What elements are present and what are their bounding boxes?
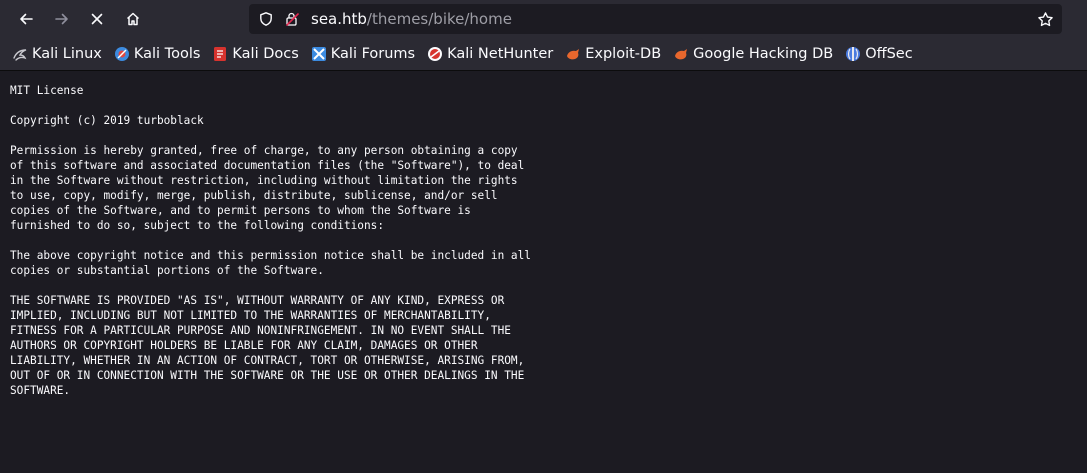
bookmark-kali-forums[interactable]: Kali Forums (305, 42, 421, 66)
shield-icon[interactable] (258, 11, 274, 27)
bookmark-exploit-db[interactable]: Exploit-DB (559, 42, 667, 66)
navigation-toolbar: sea.htb/themes/bike/home (0, 0, 1087, 38)
forward-button[interactable] (49, 6, 75, 32)
exploit-db-icon (565, 46, 581, 62)
stop-button[interactable] (84, 6, 110, 32)
kali-tools-icon (114, 46, 130, 62)
offsec-icon (845, 46, 861, 62)
arrow-left-icon (20, 13, 33, 25)
kali-docs-icon (212, 46, 228, 62)
home-icon (126, 12, 140, 26)
bookmark-label: Google Hacking DB (693, 46, 834, 62)
url-bar[interactable]: sea.htb/themes/bike/home (249, 4, 1062, 34)
bookmark-label: Kali Tools (133, 46, 201, 62)
bookmark-kali-tools[interactable]: Kali Tools (108, 42, 207, 66)
close-icon (91, 13, 103, 25)
bookmark-offsec[interactable]: OffSec (839, 42, 919, 66)
kali-forums-icon (311, 46, 327, 62)
bookmark-google-hacking-db[interactable]: Google Hacking DB (667, 42, 839, 66)
bookmark-kali-nethunter[interactable]: Kali NetHunter (421, 42, 559, 66)
bookmark-label: Kali Docs (232, 46, 299, 62)
lock-warning-icon[interactable] (284, 11, 300, 27)
url-path: /themes/bike/home (366, 10, 512, 28)
bookmark-label: Kali Linux (32, 46, 102, 62)
bookmark-kali-docs[interactable]: Kali Docs (206, 42, 304, 66)
ghdb-icon (673, 46, 689, 62)
bookmarks-toolbar: Kali Linux Kali Tools Kali Docs Kali For… (0, 38, 1087, 71)
bookmark-label: OffSec (865, 46, 913, 62)
license-text: MIT License Copyright (c) 2019 turboblac… (10, 84, 531, 397)
star-icon[interactable] (1037, 11, 1054, 28)
bookmark-label: Exploit-DB (585, 46, 662, 62)
kali-dragon-icon (12, 46, 28, 62)
bookmark-kali-linux[interactable]: Kali Linux (6, 42, 108, 66)
url-text[interactable]: sea.htb/themes/bike/home (311, 10, 512, 28)
kali-nethunter-icon (427, 46, 443, 62)
bookmark-label: Kali NetHunter (447, 46, 554, 62)
home-button[interactable] (120, 6, 146, 32)
back-button[interactable] (13, 6, 39, 32)
arrow-right-icon (55, 13, 68, 25)
page-content: MIT License Copyright (c) 2019 turboblac… (0, 72, 1087, 473)
url-host: sea.htb (311, 10, 367, 28)
bookmark-label: Kali Forums (330, 46, 416, 62)
